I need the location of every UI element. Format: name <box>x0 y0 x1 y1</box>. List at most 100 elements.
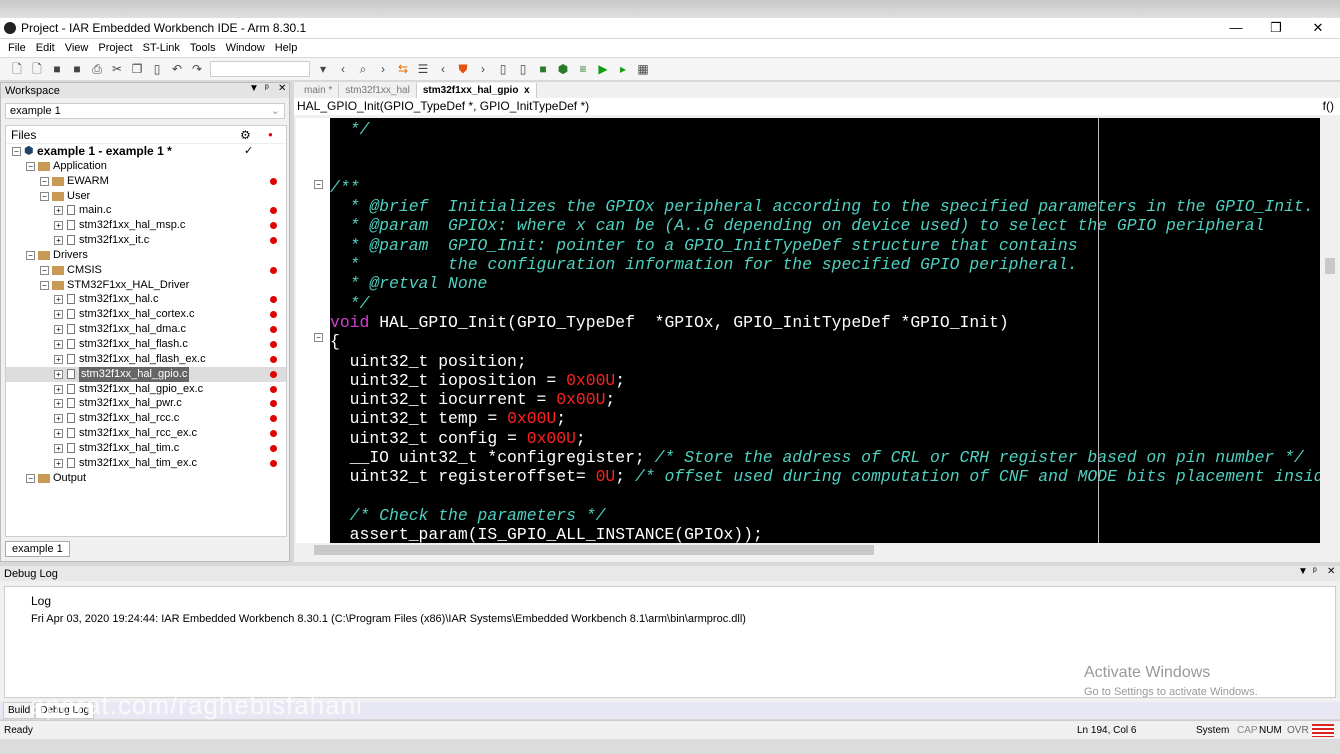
fold-toggle-icon[interactable]: − <box>314 180 323 189</box>
tree-item[interactable]: + stm32f1xx_it.c <box>6 233 286 248</box>
tree-item[interactable]: + stm32f1xx_hal_rcc_ex.c <box>6 426 286 441</box>
tree-item[interactable]: + stm32f1xx_hal_tim.c <box>6 441 286 456</box>
pane-close-icon[interactable]: ✕ <box>1327 566 1335 577</box>
horizontal-scroll-thumb[interactable] <box>314 545 874 555</box>
tree-item[interactable]: + main.c <box>6 203 286 218</box>
expand-toggle-icon[interactable]: − <box>40 280 49 290</box>
expand-toggle-icon[interactable]: − <box>40 191 49 201</box>
toggle-icon[interactable]: ⇆ <box>396 62 410 76</box>
code-editor[interactable]: */ /** * @brief Initializes the GPIOx per… <box>330 118 1320 543</box>
paste-icon[interactable]: ▯ <box>150 62 164 76</box>
workspace-selector[interactable]: example 1 ⌄ <box>5 103 285 119</box>
expand-toggle-icon[interactable]: + <box>54 206 63 216</box>
close-button[interactable]: ✕ <box>1298 18 1338 38</box>
tree-item[interactable]: + stm32f1xx_hal_cortex.c <box>6 307 286 322</box>
expand-toggle-icon[interactable]: + <box>54 369 63 379</box>
find-icon[interactable]: ⌕ <box>356 62 370 76</box>
expand-toggle-icon[interactable]: + <box>54 295 63 305</box>
tree-item[interactable]: − Drivers <box>6 248 286 263</box>
copy-icon[interactable]: ❐ <box>130 62 144 76</box>
make-icon[interactable]: ⬢ <box>556 62 570 76</box>
cut-icon[interactable]: ✂ <box>110 62 124 76</box>
dropdown-icon[interactable]: ▾ <box>316 62 330 76</box>
tree-item[interactable]: + stm32f1xx_hal_flash_ex.c <box>6 352 286 367</box>
stop-build-icon[interactable]: ≡ <box>576 62 590 76</box>
layout-icon[interactable]: ▦ <box>636 62 650 76</box>
expand-toggle-icon[interactable]: − <box>26 161 35 171</box>
next-icon[interactable]: › <box>376 62 390 76</box>
expand-toggle-icon[interactable]: + <box>54 325 63 335</box>
expand-toggle-icon[interactable]: − <box>26 473 35 483</box>
menu-edit[interactable]: Edit <box>36 42 55 54</box>
tab-main[interactable]: main * <box>298 83 340 98</box>
save-all-icon[interactable]: ■ <box>70 62 84 76</box>
menu-view[interactable]: View <box>65 42 89 54</box>
vertical-scroll-thumb[interactable] <box>1325 258 1335 274</box>
pin-icon[interactable]: ᵖ <box>265 83 269 94</box>
tree-item[interactable]: + stm32f1xx_hal_msp.c <box>6 218 286 233</box>
expand-toggle-icon[interactable]: − <box>40 176 49 186</box>
tree-item[interactable]: − ⬢ example 1 - example 1 * ✓ <box>6 144 286 159</box>
expand-toggle-icon[interactable]: + <box>54 221 63 231</box>
menu-file[interactable]: File <box>8 42 26 54</box>
breakpoint-icon[interactable]: ⛊ <box>456 62 470 76</box>
tab-stm32f1xx-hal[interactable]: stm32f1xx_hal <box>339 83 417 98</box>
menu-window[interactable]: Window <box>226 42 265 54</box>
forward-icon[interactable]: › <box>476 62 490 76</box>
expand-toggle-icon[interactable]: + <box>54 384 63 394</box>
compile-icon[interactable]: ■ <box>536 62 550 76</box>
tree-item[interactable]: + stm32f1xx_hal.c <box>6 292 286 307</box>
tab-stm32f1xx-hal-gpio[interactable]: stm32f1xx_hal_gpio x <box>416 83 537 98</box>
pane-close-icon[interactable]: ✕ <box>278 83 286 94</box>
expand-toggle-icon[interactable]: + <box>54 354 63 364</box>
expand-toggle-icon[interactable]: + <box>54 339 63 349</box>
next-bookmark-icon[interactable]: ▯ <box>516 62 530 76</box>
expand-toggle-icon[interactable]: − <box>26 250 35 260</box>
menu-tools[interactable]: Tools <box>190 42 216 54</box>
tree-item[interactable]: + stm32f1xx_hal_rcc.c <box>6 411 286 426</box>
tree-item[interactable]: − User <box>6 189 286 204</box>
download-debug-icon[interactable]: ▶ <box>596 62 610 76</box>
expand-toggle-icon[interactable]: + <box>54 399 63 409</box>
menu-help[interactable]: Help <box>275 42 298 54</box>
tree-item[interactable]: + stm32f1xx_hal_dma.c <box>6 322 286 337</box>
tree-item[interactable]: + stm32f1xx_hal_gpio.c <box>6 366 286 382</box>
tab-example-1[interactable]: example 1 <box>5 541 70 557</box>
fold-toggle-icon[interactable]: − <box>314 333 323 342</box>
expand-toggle-icon[interactable]: + <box>54 310 63 320</box>
tree-item[interactable]: − EWARM <box>6 174 286 189</box>
expand-toggle-icon[interactable]: + <box>54 236 63 246</box>
save-icon[interactable]: ■ <box>50 62 64 76</box>
debug-without-download-icon[interactable]: ▸ <box>616 62 630 76</box>
gear-icon[interactable]: ⚙ <box>240 128 251 142</box>
function-icon[interactable]: f() <box>1323 98 1334 115</box>
horizontal-scrollbar[interactable] <box>314 543 1320 557</box>
expand-toggle-icon[interactable]: − <box>40 265 49 275</box>
menu-project[interactable]: Project <box>98 42 132 54</box>
prev-icon[interactable]: ‹ <box>336 62 350 76</box>
tree-item[interactable]: − Application <box>6 159 286 174</box>
pin-icon[interactable]: ᵖ <box>1313 566 1317 577</box>
find-combo[interactable] <box>210 61 310 77</box>
tree-item[interactable]: + stm32f1xx_hal_gpio_ex.c <box>6 382 286 397</box>
expand-toggle-icon[interactable]: + <box>54 429 63 439</box>
tree-item[interactable]: + stm32f1xx_hal_pwr.c <box>6 396 286 411</box>
indent-icon[interactable]: ☰ <box>416 62 430 76</box>
function-navigator[interactable]: HAL_GPIO_Init(GPIO_TypeDef *, GPIO_InitT… <box>294 98 1340 115</box>
new-workspace-icon[interactable]: 🗋 <box>10 62 24 76</box>
close-tab-icon[interactable]: x <box>524 85 530 96</box>
redo-icon[interactable]: ↷ <box>190 62 204 76</box>
tree-item[interactable]: − Output <box>6 471 286 486</box>
back-icon[interactable]: ‹ <box>436 62 450 76</box>
minimize-button[interactable]: — <box>1216 18 1256 38</box>
tree-item[interactable]: − STM32F1xx_HAL_Driver <box>6 278 286 293</box>
tree-item[interactable]: + stm32f1xx_hal_flash.c <box>6 337 286 352</box>
expand-toggle-icon[interactable]: + <box>54 458 63 468</box>
expand-toggle-icon[interactable]: − <box>12 147 21 156</box>
restore-button[interactable]: ❐ <box>1256 18 1296 38</box>
menu-st-link[interactable]: ST-Link <box>143 42 180 54</box>
expand-toggle-icon[interactable]: + <box>54 414 63 424</box>
pane-menu-icon[interactable]: ▼ <box>249 83 259 94</box>
undo-icon[interactable]: ↶ <box>170 62 184 76</box>
prev-bookmark-icon[interactable]: ▯ <box>496 62 510 76</box>
